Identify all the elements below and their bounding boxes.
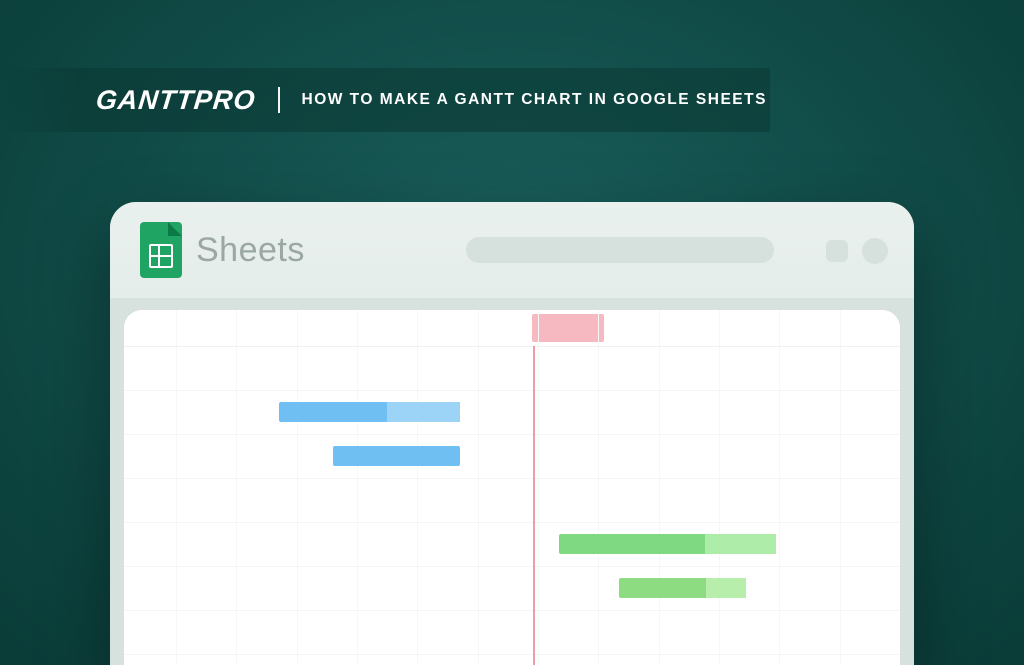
app-name-label: Sheets bbox=[196, 231, 305, 270]
spreadsheet-area bbox=[124, 310, 900, 665]
gantt-bars-layer bbox=[124, 346, 900, 665]
gantt-bar[interactable] bbox=[559, 534, 776, 554]
window-titlebar: Sheets bbox=[110, 202, 914, 298]
window-button[interactable] bbox=[826, 240, 848, 262]
app-window: Sheets bbox=[110, 202, 914, 665]
brand-logo: GANTTPRO bbox=[94, 85, 257, 116]
gantt-bar[interactable] bbox=[333, 446, 460, 466]
page-header: GANTTPRO HOW TO MAKE A GANTT CHART IN GO… bbox=[0, 68, 770, 132]
window-controls bbox=[826, 238, 888, 264]
google-sheets-icon bbox=[140, 222, 182, 278]
search-input[interactable] bbox=[466, 237, 774, 263]
gantt-bar[interactable] bbox=[619, 578, 746, 598]
gantt-bar[interactable] bbox=[279, 402, 460, 422]
page-title: HOW TO MAKE A GANTT CHART IN GOOGLE SHEE… bbox=[302, 91, 767, 109]
header-separator bbox=[278, 87, 280, 113]
avatar[interactable] bbox=[862, 238, 888, 264]
